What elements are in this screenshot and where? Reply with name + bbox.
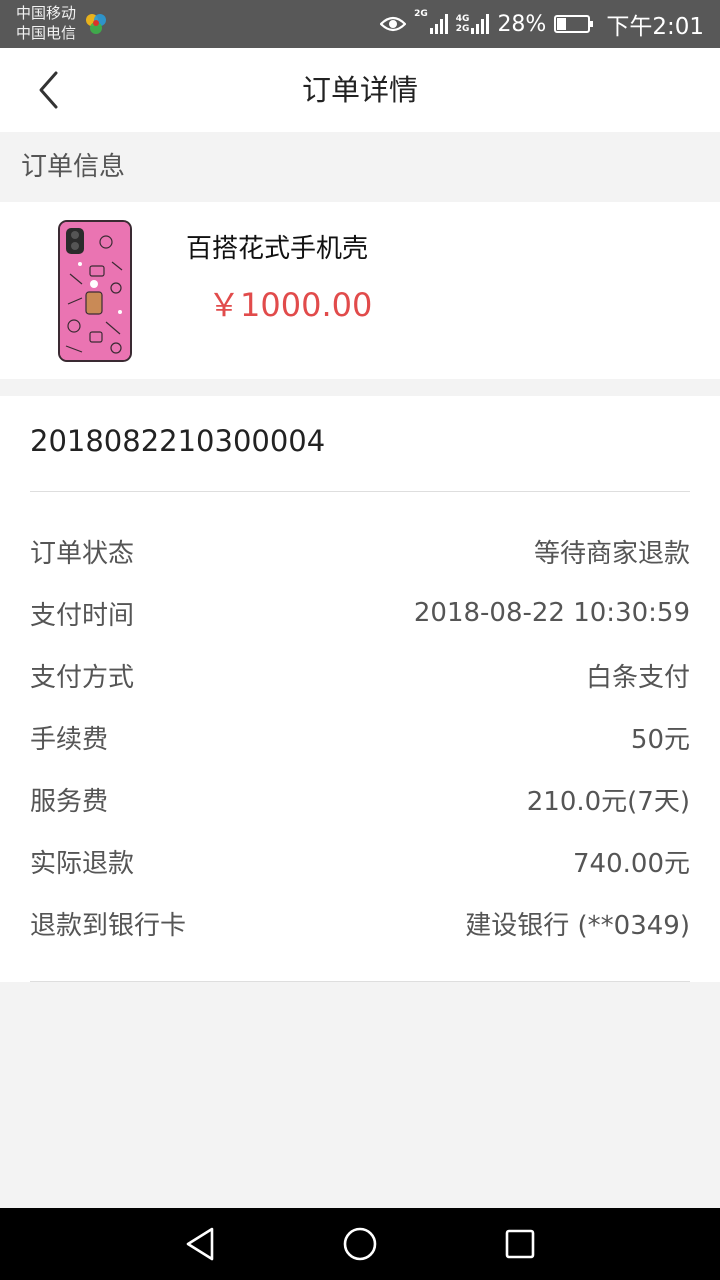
detail-row-actual-refund: 实际退款 740.00元 [30, 841, 690, 881]
triangle-back-icon [186, 1227, 214, 1261]
detail-value: 210.0元(7天) [526, 786, 690, 817]
detail-label: 支付时间 [30, 600, 135, 631]
detail-label: 订单状态 [30, 538, 135, 569]
circle-home-icon [343, 1227, 377, 1261]
system-nav-bar [0, 1208, 720, 1280]
product-image [58, 220, 132, 362]
detail-label: 实际退款 [30, 848, 135, 879]
divider [30, 981, 690, 982]
carrier-2: 中国电信 [16, 24, 77, 42]
phone-case-image [60, 222, 130, 360]
detail-value: 740.00元 [573, 848, 690, 879]
carrier-logo-icon [86, 14, 106, 34]
detail-label: 手续费 [30, 724, 109, 755]
detail-value: 建设银行 (**0349) [465, 910, 690, 941]
signal-2-label-a: 4G [455, 14, 470, 24]
status-indicators: 2G 4G 2G 28% 下午2:01 [380, 0, 704, 48]
detail-row-refund-card: 退款到银行卡 建设银行 (**0349) [30, 903, 690, 943]
battery-icon [554, 15, 594, 33]
detail-row-service-fee: 服务费 210.0元(7天) [30, 779, 690, 819]
signal-bars-icon [429, 14, 448, 34]
detail-value: 等待商家退款 [533, 538, 690, 569]
nav-home-button[interactable] [340, 1224, 380, 1264]
detail-row-handling-fee: 手续费 50元 [30, 717, 690, 757]
divider [30, 491, 690, 492]
order-details-card: 2018082210300004 订单状态 等待商家退款 支付时间 2018-0… [0, 396, 720, 982]
page-title: 订单详情 [301, 73, 418, 107]
nav-recents-button[interactable] [500, 1224, 540, 1264]
detail-value: 2018-08-22 10:30:59 [413, 598, 690, 628]
signal-1: 2G [414, 10, 448, 34]
detail-label: 服务费 [30, 786, 109, 817]
detail-value: 白条支付 [585, 662, 690, 693]
clock: 下午2:01 [606, 14, 704, 40]
header: 订单详情 [0, 48, 720, 132]
detail-row-pay-method: 支付方式 白条支付 [30, 655, 690, 695]
status-bar: 中国移动 中国电信 2G 4G 2G 28% 下午2:01 [0, 0, 720, 48]
signal-2-label-b: 2G [455, 24, 470, 34]
product-price: ￥1000.00 [208, 286, 373, 324]
nav-back-button[interactable] [180, 1224, 220, 1264]
back-button[interactable] [24, 66, 72, 114]
battery-percent: 28% [497, 11, 547, 37]
signal-2: 4G 2G [456, 14, 490, 34]
signal-bars-icon [471, 14, 490, 34]
section-label-order-info: 订单信息 [21, 152, 126, 182]
carrier-1: 中国移动 [16, 4, 77, 22]
square-recents-icon [505, 1229, 535, 1259]
eye-icon [380, 16, 407, 32]
order-number: 2018082210300004 [30, 424, 326, 458]
signal-1-label: 2G [414, 9, 428, 19]
detail-row-status: 订单状态 等待商家退款 [30, 531, 690, 571]
product-name: 百搭花式手机壳 [186, 234, 369, 264]
carrier-labels: 中国移动 中国电信 [16, 3, 76, 43]
detail-label: 支付方式 [30, 662, 135, 693]
detail-value: 50元 [630, 724, 690, 755]
detail-row-pay-time: 支付时间 2018-08-22 10:30:59 [30, 593, 690, 633]
detail-label: 退款到银行卡 [30, 910, 187, 941]
chevron-left-icon [39, 71, 58, 109]
product-card[interactable]: 百搭花式手机壳 ￥1000.00 [0, 202, 720, 379]
